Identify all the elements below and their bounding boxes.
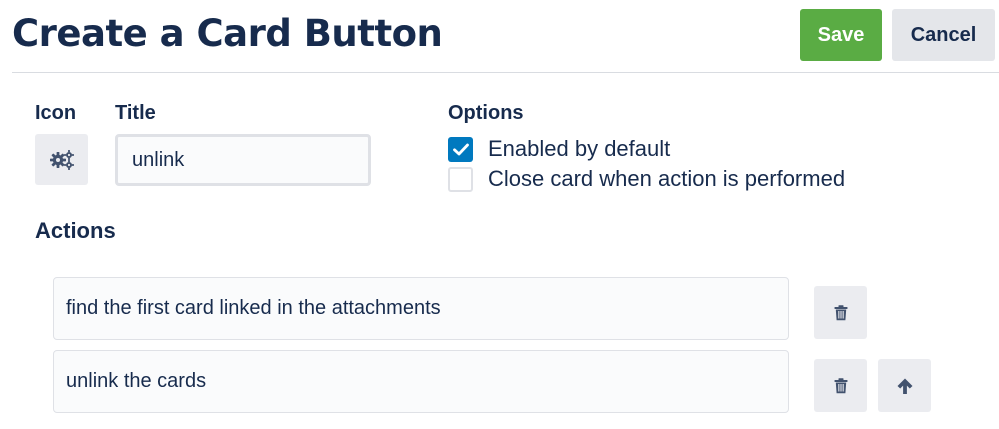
- trash-icon: [834, 377, 847, 393]
- move-action-up-button[interactable]: [878, 359, 931, 412]
- action-item[interactable]: unlink the cards: [53, 350, 789, 413]
- cancel-button[interactable]: Cancel: [892, 9, 995, 61]
- title-label: Title: [115, 102, 156, 124]
- option-label: Close card when action is performed: [488, 166, 846, 191]
- checkmark-icon: [452, 143, 469, 155]
- header-divider: [12, 72, 999, 73]
- delete-action-button[interactable]: [814, 286, 867, 339]
- icon-picker-button[interactable]: [35, 134, 88, 185]
- trash-icon: [834, 304, 847, 320]
- arrow-up-icon: [897, 378, 912, 394]
- checkbox-close-card[interactable]: [448, 166, 473, 192]
- option-close-card[interactable]: Close card when action is performed: [448, 166, 845, 192]
- icon-label: Icon: [35, 102, 77, 124]
- gears-icon: [49, 149, 74, 170]
- page-title: Create a Card Button: [12, 12, 443, 55]
- option-label: Enabled by default: [488, 136, 671, 161]
- options-label: Options: [448, 102, 524, 124]
- save-button[interactable]: Save: [800, 9, 882, 61]
- option-enabled-by-default[interactable]: Enabled by default: [448, 136, 670, 162]
- delete-action-button[interactable]: [814, 359, 867, 412]
- checkbox-enabled-by-default[interactable]: [448, 136, 473, 162]
- actions-label: Actions: [35, 218, 116, 243]
- action-item[interactable]: find the first card linked in the attach…: [53, 277, 789, 340]
- create-card-button-page: Create a Card Button Save Cancel Icon Ti…: [0, 0, 999, 429]
- title-input[interactable]: unlink: [115, 134, 371, 186]
